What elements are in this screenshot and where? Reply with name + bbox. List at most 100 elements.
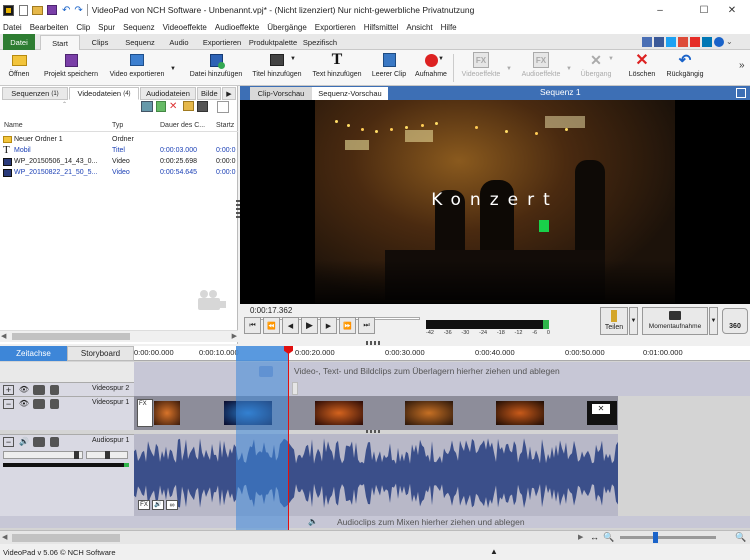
add-text-button[interactable]: T Text hinzufügen — [308, 51, 366, 84]
fit-to-window-icon[interactable]: ↔ — [590, 532, 599, 542]
horizontal-splitter-handle[interactable] — [366, 341, 382, 345]
tab-audio[interactable]: Audio — [164, 35, 194, 50]
youtube-icon[interactable] — [690, 37, 700, 47]
menu-spur[interactable]: Spur — [98, 23, 115, 32]
list-item[interactable]: Neuer Ordner 1 Ordner — [0, 135, 238, 146]
menu-hilfsmittel[interactable]: Hilfsmittel — [364, 23, 399, 32]
open-folder-icon[interactable] — [32, 5, 43, 15]
status-up-arrow-icon[interactable]: ▲ — [490, 547, 498, 556]
tab-produktpalette[interactable]: Produktpalette — [247, 35, 299, 50]
video-preview[interactable]: Konzert — [315, 100, 675, 303]
redo-icon[interactable]: ↷ — [74, 5, 82, 16]
split-dropdown-icon[interactable]: ▼ — [629, 307, 638, 335]
close-button[interactable]: ✕ — [714, 0, 750, 20]
menu-uebergaenge[interactable]: Übergänge — [267, 23, 307, 32]
tab-exportieren[interactable]: Exportieren — [198, 35, 246, 50]
audio-track-1-lane[interactable]: FX 🔊 ∞ — [134, 434, 618, 518]
linkedin-icon[interactable] — [702, 37, 712, 47]
open-button[interactable]: Öffnen — [4, 52, 34, 84]
tab-videofiles[interactable]: Videodateien (4) — [69, 87, 139, 100]
tab-scroll-right-icon[interactable]: ▶ — [222, 87, 236, 100]
audio-effects-dropdown-icon[interactable]: ▼ — [566, 66, 572, 72]
clip-thumbnail[interactable] — [405, 401, 453, 425]
previous-frame-icon[interactable]: ⏪ — [263, 317, 280, 334]
tab-datei[interactable]: Datei — [3, 34, 35, 50]
record-dropdown-icon[interactable]: ▼ — [438, 56, 444, 62]
time-ruler[interactable]: 0:00:00.000 0:00:10.000 0:00:20.000 0:00… — [134, 346, 750, 361]
track-splitter-handle[interactable] — [366, 430, 382, 433]
add-file-button[interactable]: Datei hinzufügen — [186, 52, 246, 84]
like-icon[interactable] — [642, 37, 652, 47]
column-header-start[interactable]: Startz — [216, 122, 234, 129]
facebook-icon[interactable] — [654, 37, 664, 47]
menu-clip[interactable]: Clip — [76, 23, 90, 32]
scroll-left-icon[interactable]: ◀ — [2, 533, 7, 541]
go-to-start-icon[interactable]: ⏮ — [244, 317, 261, 334]
clip-thumbnail[interactable] — [154, 401, 180, 425]
menu-sequenz[interactable]: Sequenz — [123, 23, 155, 32]
collapse-track-icon[interactable]: − — [3, 437, 14, 447]
save-icon[interactable] — [47, 5, 57, 15]
chevron-down-icon[interactable]: ⌄ — [726, 37, 733, 47]
list-item[interactable]: WP_20150506_14_43_0... Video 0:00:25.698… — [0, 157, 238, 168]
tab-sequence-preview[interactable]: Sequenz-Vorschau — [312, 87, 388, 100]
tab-timeline[interactable]: Zeitachse — [0, 346, 67, 361]
tab-sequenz[interactable]: Sequenz — [120, 35, 160, 50]
title-dropdown-icon[interactable]: ▼ — [290, 56, 296, 62]
play-icon[interactable]: ▶ — [301, 317, 318, 334]
snapshot-button[interactable]: Momentaufnahme — [642, 307, 708, 335]
undock-icon[interactable] — [736, 88, 746, 98]
track-effects-icon[interactable] — [33, 437, 45, 447]
timeline-scroll-thumb[interactable] — [12, 534, 120, 542]
minimize-button[interactable]: – — [642, 0, 678, 20]
undo-button[interactable]: ↶ Rückgängig — [663, 52, 707, 84]
menu-bearbeiten[interactable]: Bearbeiten — [30, 23, 69, 32]
empty-clip-button[interactable]: Leerer Clip — [368, 52, 410, 84]
menu-videoeffekte[interactable]: Videoeffekte — [163, 23, 207, 32]
new-folder-icon[interactable] — [183, 101, 194, 111]
speaker-icon[interactable]: 🔊 — [18, 437, 30, 447]
ribbon-more-icon[interactable]: » — [739, 60, 745, 71]
list-item[interactable]: T Mobil Titel 0:00:03.000 0:00:0 — [0, 144, 238, 157]
scrollbar-thumb[interactable] — [12, 333, 130, 340]
eye-icon[interactable]: 👁 — [18, 385, 30, 395]
volume-slider[interactable] — [3, 451, 83, 459]
audio-drop-zone[interactable]: 🔈 Audioclips zum Mixen hierher ziehen un… — [0, 516, 750, 528]
googleplus-icon[interactable] — [678, 37, 688, 47]
speaker-icon[interactable]: 🔊 — [152, 500, 164, 510]
zoom-in-icon[interactable]: 🔍 — [735, 532, 746, 543]
next-frame-icon[interactable]: ⏩ — [339, 317, 356, 334]
step-forward-icon[interactable]: ▶ — [320, 317, 337, 334]
tab-spezifisch[interactable]: Spezifisch — [300, 35, 340, 50]
video-track-1-lane[interactable]: FX ✕ — [134, 396, 618, 430]
menu-datei[interactable]: Datei — [3, 23, 22, 32]
record-button[interactable]: Aufnahme — [412, 52, 450, 84]
snapshot-dropdown-icon[interactable]: ▼ — [709, 307, 718, 335]
playhead-line[interactable] — [288, 346, 289, 530]
grid-view-icon[interactable] — [197, 101, 208, 112]
list-view-icon[interactable] — [217, 101, 229, 113]
title-clip[interactable]: FX — [137, 399, 153, 427]
column-header-type[interactable]: Typ — [112, 122, 123, 129]
expand-track-icon[interactable]: + — [3, 385, 14, 395]
export-dropdown-icon[interactable]: ▼ — [170, 66, 176, 72]
clip-thumbnail[interactable] — [315, 401, 363, 425]
pan-slider[interactable] — [86, 451, 128, 459]
clip-thumbnail[interactable]: ✕ — [587, 401, 617, 425]
track-effects-icon[interactable] — [33, 399, 45, 409]
link-icon[interactable]: ∞ — [166, 500, 178, 510]
tab-sequences[interactable]: Sequenzen (1) — [2, 87, 68, 100]
list-item[interactable]: WP_20150822_21_50_5... Video 0:00:54.645… — [0, 168, 238, 179]
menu-ansicht[interactable]: Ansicht — [406, 23, 432, 32]
export-video-button[interactable]: Video exportieren — [106, 52, 168, 84]
save-project-button[interactable]: Projekt speichern — [40, 52, 102, 84]
video-effects-dropdown-icon[interactable]: ▼ — [506, 66, 512, 72]
menu-exportieren[interactable]: Exportieren — [315, 23, 356, 32]
lock-icon[interactable] — [50, 437, 59, 447]
tab-clips[interactable]: Clips — [84, 35, 116, 50]
add-title-button[interactable]: Titel hinzufügen — [248, 52, 306, 84]
fx-badge[interactable]: FX — [138, 500, 150, 510]
scroll-right-icon[interactable]: ▶ — [232, 332, 237, 340]
remove-icon[interactable]: ✕ — [169, 101, 180, 112]
delete-button[interactable]: ✕ Löschen — [625, 52, 659, 84]
